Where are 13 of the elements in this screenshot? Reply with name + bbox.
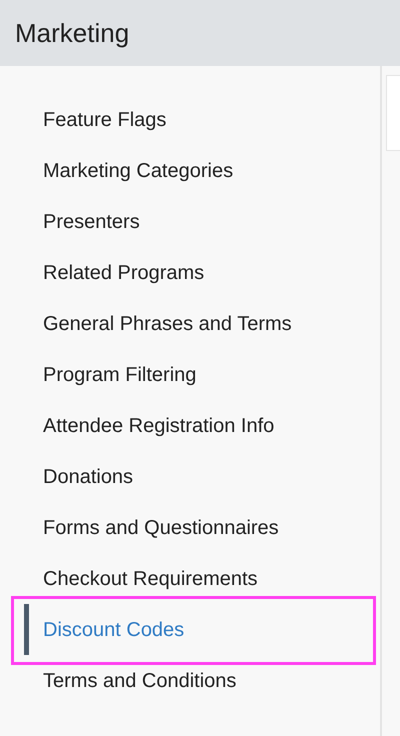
sidebar-item[interactable]: Related Programs	[24, 247, 356, 298]
sidebar-item[interactable]: Marketing Categories	[24, 145, 356, 196]
sidebar-item[interactable]: Checkout Requirements	[24, 553, 356, 604]
sidebar-item[interactable]: Discount Codes	[24, 604, 356, 655]
sidebar-item[interactable]: Attendee Registration Info	[24, 400, 356, 451]
sidebar-item[interactable]: Feature Flags	[24, 94, 356, 145]
sidebar-item[interactable]: General Phrases and Terms	[24, 298, 356, 349]
header-title: Marketing	[15, 16, 130, 50]
sidebar-item[interactable]: Terms and Conditions	[24, 655, 356, 706]
sidebar-item[interactable]: Donations	[24, 451, 356, 502]
sidebar-item[interactable]: Presenters	[24, 196, 356, 247]
sidebar-item[interactable]: Forms and Questionnaires	[24, 502, 356, 553]
sidebar-item[interactable]: Program Filtering	[24, 349, 356, 400]
